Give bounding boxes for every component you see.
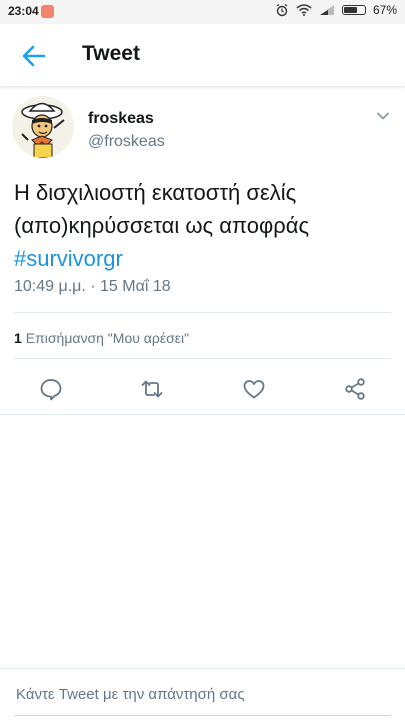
signal-icon: [319, 5, 334, 15]
notification-icon: [41, 5, 54, 18]
reply-icon[interactable]: [38, 376, 64, 402]
avatar[interactable]: [12, 96, 74, 158]
wifi-icon: [296, 4, 312, 16]
likes-label: Επισήμανση "Μου αρέσει": [25, 330, 190, 346]
reply-underline: [14, 715, 391, 716]
back-arrow-icon[interactable]: [20, 42, 48, 70]
tweet-timestamp: 10:49 μ.μ. · 15 Μαΐ 18: [14, 278, 171, 295]
status-icons: 67%: [275, 3, 397, 17]
chevron-down-icon[interactable]: [375, 108, 391, 124]
page-title: Tweet: [82, 42, 140, 65]
retweet-icon[interactable]: [139, 376, 165, 402]
divider: [0, 414, 405, 415]
avatar-cartoon-icon: [12, 96, 74, 158]
tweet-body: Η δισχιλιοστή εκατοστή σελίς (απο)κηρύσσ…: [14, 180, 310, 238]
divider: [14, 358, 391, 359]
author-name[interactable]: froskeas: [88, 110, 154, 128]
battery-icon: [341, 5, 366, 15]
like-icon[interactable]: [241, 376, 267, 402]
status-time: 23:04: [8, 4, 39, 18]
reply-composer[interactable]: Κάντε Tweet με την απάντησή σας: [0, 668, 405, 721]
likes-count: 1: [14, 330, 22, 346]
hashtag-link[interactable]: #survivorgr: [14, 246, 123, 271]
battery-percent: 67%: [372, 3, 397, 17]
reply-input[interactable]: Κάντε Tweet με την απάντησή σας: [16, 686, 245, 703]
status-bar: 23:04 67%: [0, 0, 405, 24]
tweet-text: Η δισχιλιοστή εκατοστή σελίς (απο)κηρύσσ…: [14, 176, 394, 275]
divider: [14, 312, 391, 313]
alarm-icon: [276, 3, 288, 17]
app-bar: Tweet: [0, 24, 405, 87]
author-handle[interactable]: @froskeas: [88, 133, 165, 151]
likes-summary[interactable]: 1 Επισήμανση "Μου αρέσει": [14, 330, 189, 346]
share-icon[interactable]: [342, 376, 368, 402]
